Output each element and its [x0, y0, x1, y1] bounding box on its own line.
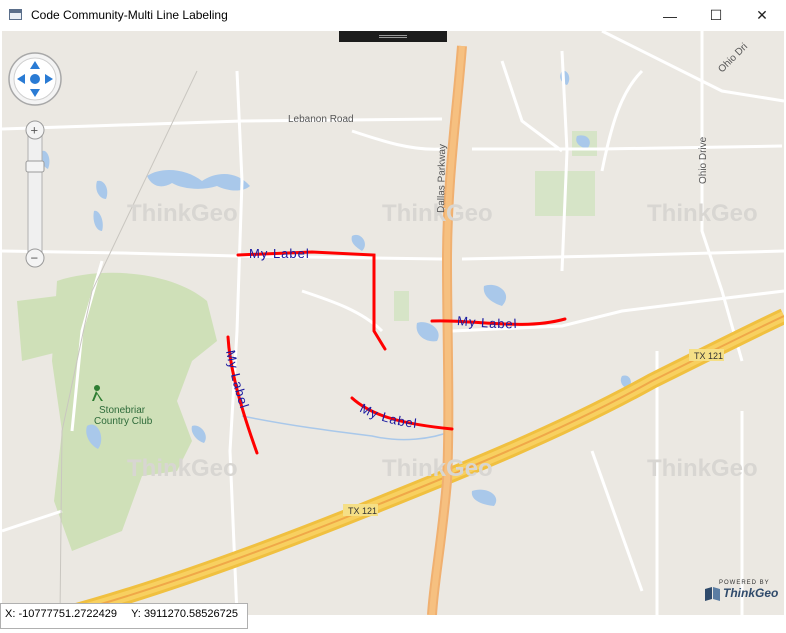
y-label: Y:	[131, 608, 141, 620]
road-label-ohio-drive: Ohio Drive	[698, 136, 709, 184]
creek	[241, 415, 453, 441]
pan-zoom-control: + −	[8, 52, 64, 277]
pan-control[interactable]	[8, 52, 62, 106]
mouse-coordinates: X: -10777751.2722429 Y: 3911270.58526725	[0, 603, 248, 629]
poi-label-country-club: Country Club	[94, 416, 153, 427]
zoom-out-icon: −	[31, 251, 39, 266]
road-label-lebanon: Lebanon Road	[288, 114, 354, 125]
zoom-in-button[interactable]: +	[25, 120, 45, 140]
line-label: My Label	[223, 349, 252, 411]
watermark: ThinkGeo	[382, 455, 493, 482]
window-title: Code Community-Multi Line Labeling	[31, 8, 228, 22]
line-label: My Label	[457, 313, 518, 331]
close-button[interactable]: ✕	[739, 0, 785, 31]
shield-tx121-lower: TX 121	[343, 504, 378, 516]
labeled-line	[236, 250, 387, 351]
watermark: ThinkGeo	[647, 200, 758, 227]
watermark: ThinkGeo	[127, 455, 238, 482]
drag-handle[interactable]	[339, 31, 447, 42]
watermark: ThinkGeo	[647, 455, 758, 482]
map-view[interactable]: ThinkGeo ThinkGeo ThinkGeo ThinkGeo Thin…	[2, 31, 784, 615]
thinkgeo-logo-icon	[705, 587, 720, 601]
x-value: -10777751.2722429	[18, 608, 117, 620]
road-label-tx121: TX 121	[694, 351, 723, 361]
zoom-bar[interactable]	[27, 121, 43, 263]
maximize-button[interactable]: ☐	[693, 0, 739, 31]
watermark: ThinkGeo	[127, 200, 238, 227]
poi-label-stonebriar: Stonebriar	[99, 405, 146, 416]
app-icon	[9, 9, 22, 20]
x-label: X:	[5, 608, 16, 620]
road-label-tx121: TX 121	[348, 506, 377, 516]
title-bar: Code Community-Multi Line Labeling — ☐ ✕	[0, 0, 786, 31]
map-canvas[interactable]: ThinkGeo ThinkGeo ThinkGeo ThinkGeo Thin…	[2, 31, 784, 615]
line-label: My Label	[249, 246, 310, 261]
road-label-ohio-drive-top: Ohio Dri	[716, 41, 750, 75]
minimize-button[interactable]: —	[647, 0, 693, 31]
brand-text: ThinkGeo	[723, 586, 779, 600]
y-value: 3911270.58526725	[143, 608, 238, 620]
zoom-slider-thumb[interactable]	[25, 160, 45, 173]
road-label-dallas-parkway: Dallas Parkway	[436, 144, 448, 213]
minimize-icon: —	[663, 7, 677, 24]
zoom-out-button[interactable]: −	[25, 248, 45, 268]
maximize-icon: ☐	[709, 7, 723, 23]
line-label: My Label	[358, 400, 419, 431]
center-icon[interactable]	[30, 74, 40, 84]
close-icon: ✕	[756, 7, 768, 23]
shield-tx121-upper: TX 121	[689, 349, 724, 361]
zoom-in-icon: +	[31, 123, 39, 138]
